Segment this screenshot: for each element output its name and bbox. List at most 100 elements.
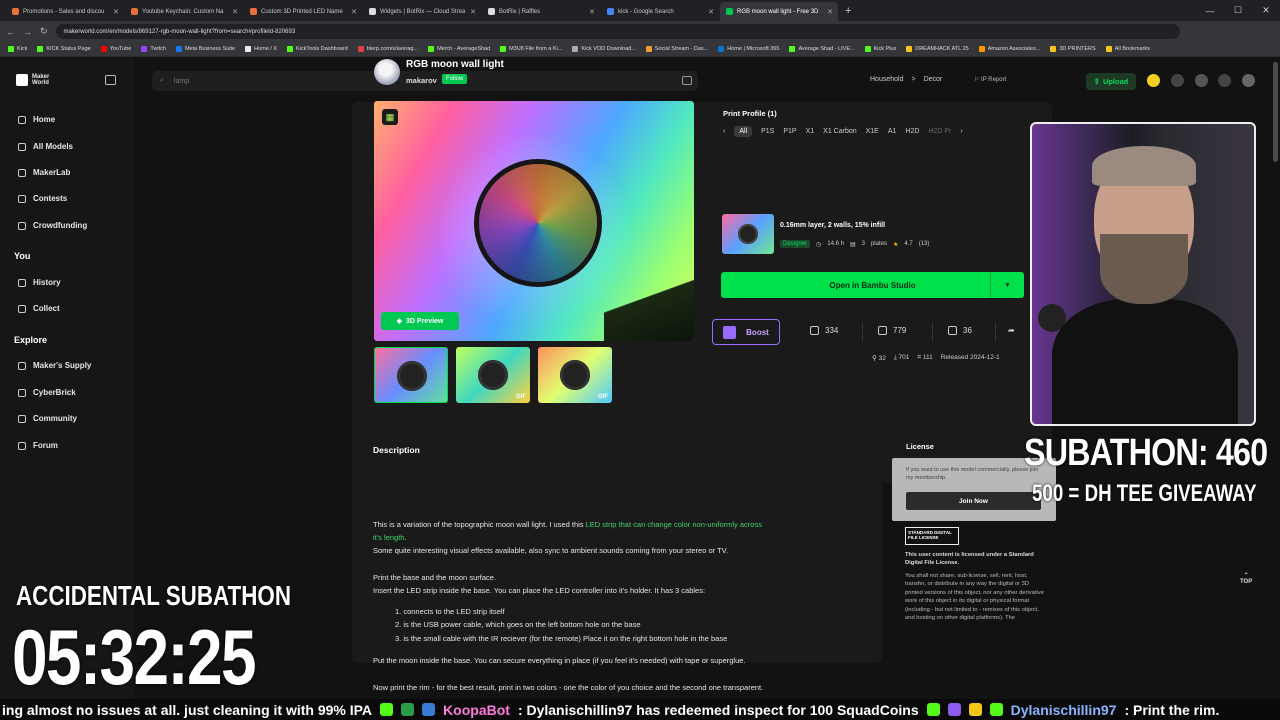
close-icon[interactable]: ✕ (113, 8, 119, 16)
bookmark[interactable]: Meta Business Suite (175, 46, 235, 52)
reload-icon[interactable]: ↻ (40, 26, 48, 37)
bookmark[interactable]: Kick Plus (864, 46, 896, 52)
sidebar-item-home[interactable]: Home (18, 115, 55, 124)
chevron-left-icon[interactable]: ‹ (723, 128, 725, 135)
search-input[interactable]: lamp (174, 78, 189, 85)
join-now-button[interactable]: Join Now (906, 492, 1041, 510)
follow-button[interactable]: Follow (442, 74, 468, 84)
upload-button[interactable]: ⇪ Upload (1086, 73, 1136, 90)
boost-button[interactable]: Boost (712, 319, 780, 345)
avatar[interactable] (1242, 74, 1255, 87)
back-icon[interactable]: ← (6, 27, 15, 37)
filter-tab[interactable]: H2D Pr (928, 128, 951, 135)
bookmark[interactable]: Social Stream - Das... (645, 46, 708, 52)
model-main-image[interactable]: ▦ (374, 101, 694, 341)
author-name[interactable]: makarov (406, 76, 437, 85)
like-button[interactable]: 334 (810, 326, 838, 335)
badge-icon (401, 703, 415, 716)
filter-tab[interactable]: X1 (806, 128, 815, 135)
thumbnail-1[interactable] (374, 347, 448, 403)
new-tab-button[interactable]: + (839, 2, 857, 21)
filter-tab-all[interactable]: All (734, 126, 753, 137)
bookmark-folder[interactable]: 3D PRINTERS (1050, 46, 1096, 52)
close-icon[interactable]: ✕ (232, 8, 238, 16)
models-icon (18, 142, 26, 151)
author-avatar[interactable] (374, 59, 400, 85)
cart-icon[interactable] (1171, 74, 1184, 87)
filter-tab[interactable]: X1E (866, 128, 879, 135)
sidebar-item-cyberbrick[interactable]: CyberBrick (18, 388, 76, 397)
coin-icon[interactable] (1147, 74, 1160, 87)
sidebar-item-crowdfunding[interactable]: Crowdfunding (18, 221, 87, 230)
breadcrumb-household[interactable]: Household (870, 76, 903, 83)
browser-tab[interactable]: Promotions - Sales and discou ✕ (6, 2, 124, 21)
browser-tab[interactable]: kick - Google Search ✕ (601, 2, 719, 21)
page-scrollbar[interactable] (1273, 62, 1278, 162)
close-icon[interactable]: ✕ (351, 8, 357, 16)
bookmark[interactable]: Merch - AverageShad (428, 46, 490, 52)
sidebar-item-community[interactable]: Community (18, 414, 77, 423)
sidebar-item-history[interactable]: History (18, 278, 61, 287)
open-in-bambu-studio-button[interactable]: Open in Bambu Studio ▾ (721, 272, 1024, 298)
bookmark[interactable]: KickTools Dashboard (287, 46, 348, 52)
collect-button[interactable]: 779 (878, 326, 906, 335)
bookmark[interactable]: Average Shad - LIVE... (789, 46, 855, 52)
sidebar-item-contests[interactable]: Contests (18, 194, 67, 203)
bookmark[interactable]: YouTube (100, 46, 131, 52)
back-to-top-button[interactable]: ⌃ TOP (1240, 573, 1252, 585)
bookmark[interactable]: Amazon Associates... (978, 46, 1040, 52)
sidebar-item-all-models[interactable]: All Models (18, 142, 73, 151)
sidebar-item-makerlab[interactable]: MakerLab (18, 168, 70, 177)
close-window-icon[interactable]: ✕ (1252, 0, 1280, 21)
print-profile-item[interactable]: 0.16mm layer, 2 walls, 15% infill Design… (722, 213, 1022, 257)
globe-icon[interactable] (1195, 74, 1208, 87)
bookmark[interactable]: DREAMHACK ATL 25 (906, 46, 969, 52)
url-field[interactable]: makerworld.com/en/models/869127-rgb-moon… (55, 24, 1180, 39)
chevron-down-icon[interactable]: ▾ (990, 272, 1024, 298)
share-button[interactable]: ➦ (1008, 326, 1015, 335)
sidebar-item-makers-supply[interactable]: Maker's Supply (18, 361, 91, 370)
bookmark[interactable]: Home / X (245, 46, 277, 52)
browser-tab[interactable]: Youtube Keychain: Custom Na ✕ (125, 2, 243, 21)
chevron-right-icon[interactable]: › (960, 128, 962, 135)
ip-report-link[interactable]: ⚐ IP Report (974, 76, 1006, 83)
tab-favicon-icon (131, 8, 138, 15)
filter-tab[interactable]: P1P (783, 128, 796, 135)
maximize-icon[interactable]: ☐ (1224, 0, 1252, 21)
close-icon[interactable]: ✕ (827, 8, 833, 16)
thumbnail-2[interactable]: GIF (456, 347, 530, 403)
sidebar-item-collect[interactable]: Collect (18, 304, 60, 313)
inbox-icon[interactable] (1218, 74, 1231, 87)
comments-button[interactable]: 36 (948, 326, 972, 335)
bookmark[interactable]: Kick VOD Download... (572, 46, 636, 52)
filter-tab[interactable]: H2D (905, 128, 919, 135)
image-search-icon[interactable] (682, 76, 692, 85)
bookmark[interactable]: blerp.com/x/averag... (357, 46, 418, 52)
sidebar-toggle-icon[interactable] (105, 75, 116, 85)
thumbnail-3[interactable]: GIF (538, 347, 612, 403)
all-bookmarks[interactable]: All Bookmarks (1105, 46, 1150, 52)
bookmark[interactable]: Kick (8, 46, 27, 52)
bookmark[interactable]: Twitch (141, 46, 166, 52)
close-icon[interactable]: ✕ (470, 8, 476, 16)
filter-tab[interactable]: X1 Carbon (823, 128, 856, 135)
bookmark[interactable]: M3U8 File from a Ki... (500, 46, 562, 52)
browser-tab[interactable]: Custom 3D Printed LED Name ✕ (244, 2, 362, 21)
close-icon[interactable]: ✕ (589, 8, 595, 16)
filter-tab[interactable]: A1 (888, 128, 897, 135)
browser-tab[interactable]: BotRix | Raffles ✕ (482, 2, 600, 21)
browser-tab-active[interactable]: RGB moon wall light - Free 3D ✕ (720, 2, 838, 21)
breadcrumb-decor[interactable]: Decor (924, 76, 943, 83)
browser-tab[interactable]: Widgets | BotRix — Cloud Strea ✕ (363, 2, 481, 21)
filter-tab[interactable]: P1S (761, 128, 774, 135)
bookmark[interactable]: KICK Status Page (37, 46, 91, 52)
minimize-icon[interactable]: — (1196, 0, 1224, 21)
led-strip-link[interactable]: LED strip that can change color non-unif… (586, 520, 762, 529)
makerworld-logo[interactable]: Maker World (16, 74, 49, 86)
3d-preview-button[interactable]: ◈ 3D Preview (381, 312, 459, 330)
forward-icon[interactable]: → (23, 27, 32, 37)
sidebar-item-forum[interactable]: Forum (18, 441, 58, 450)
close-icon[interactable]: ✕ (708, 8, 714, 16)
bookmark[interactable]: Home | Microsoft 365 (718, 46, 779, 52)
led-strip-link[interactable]: it's length (373, 533, 404, 542)
